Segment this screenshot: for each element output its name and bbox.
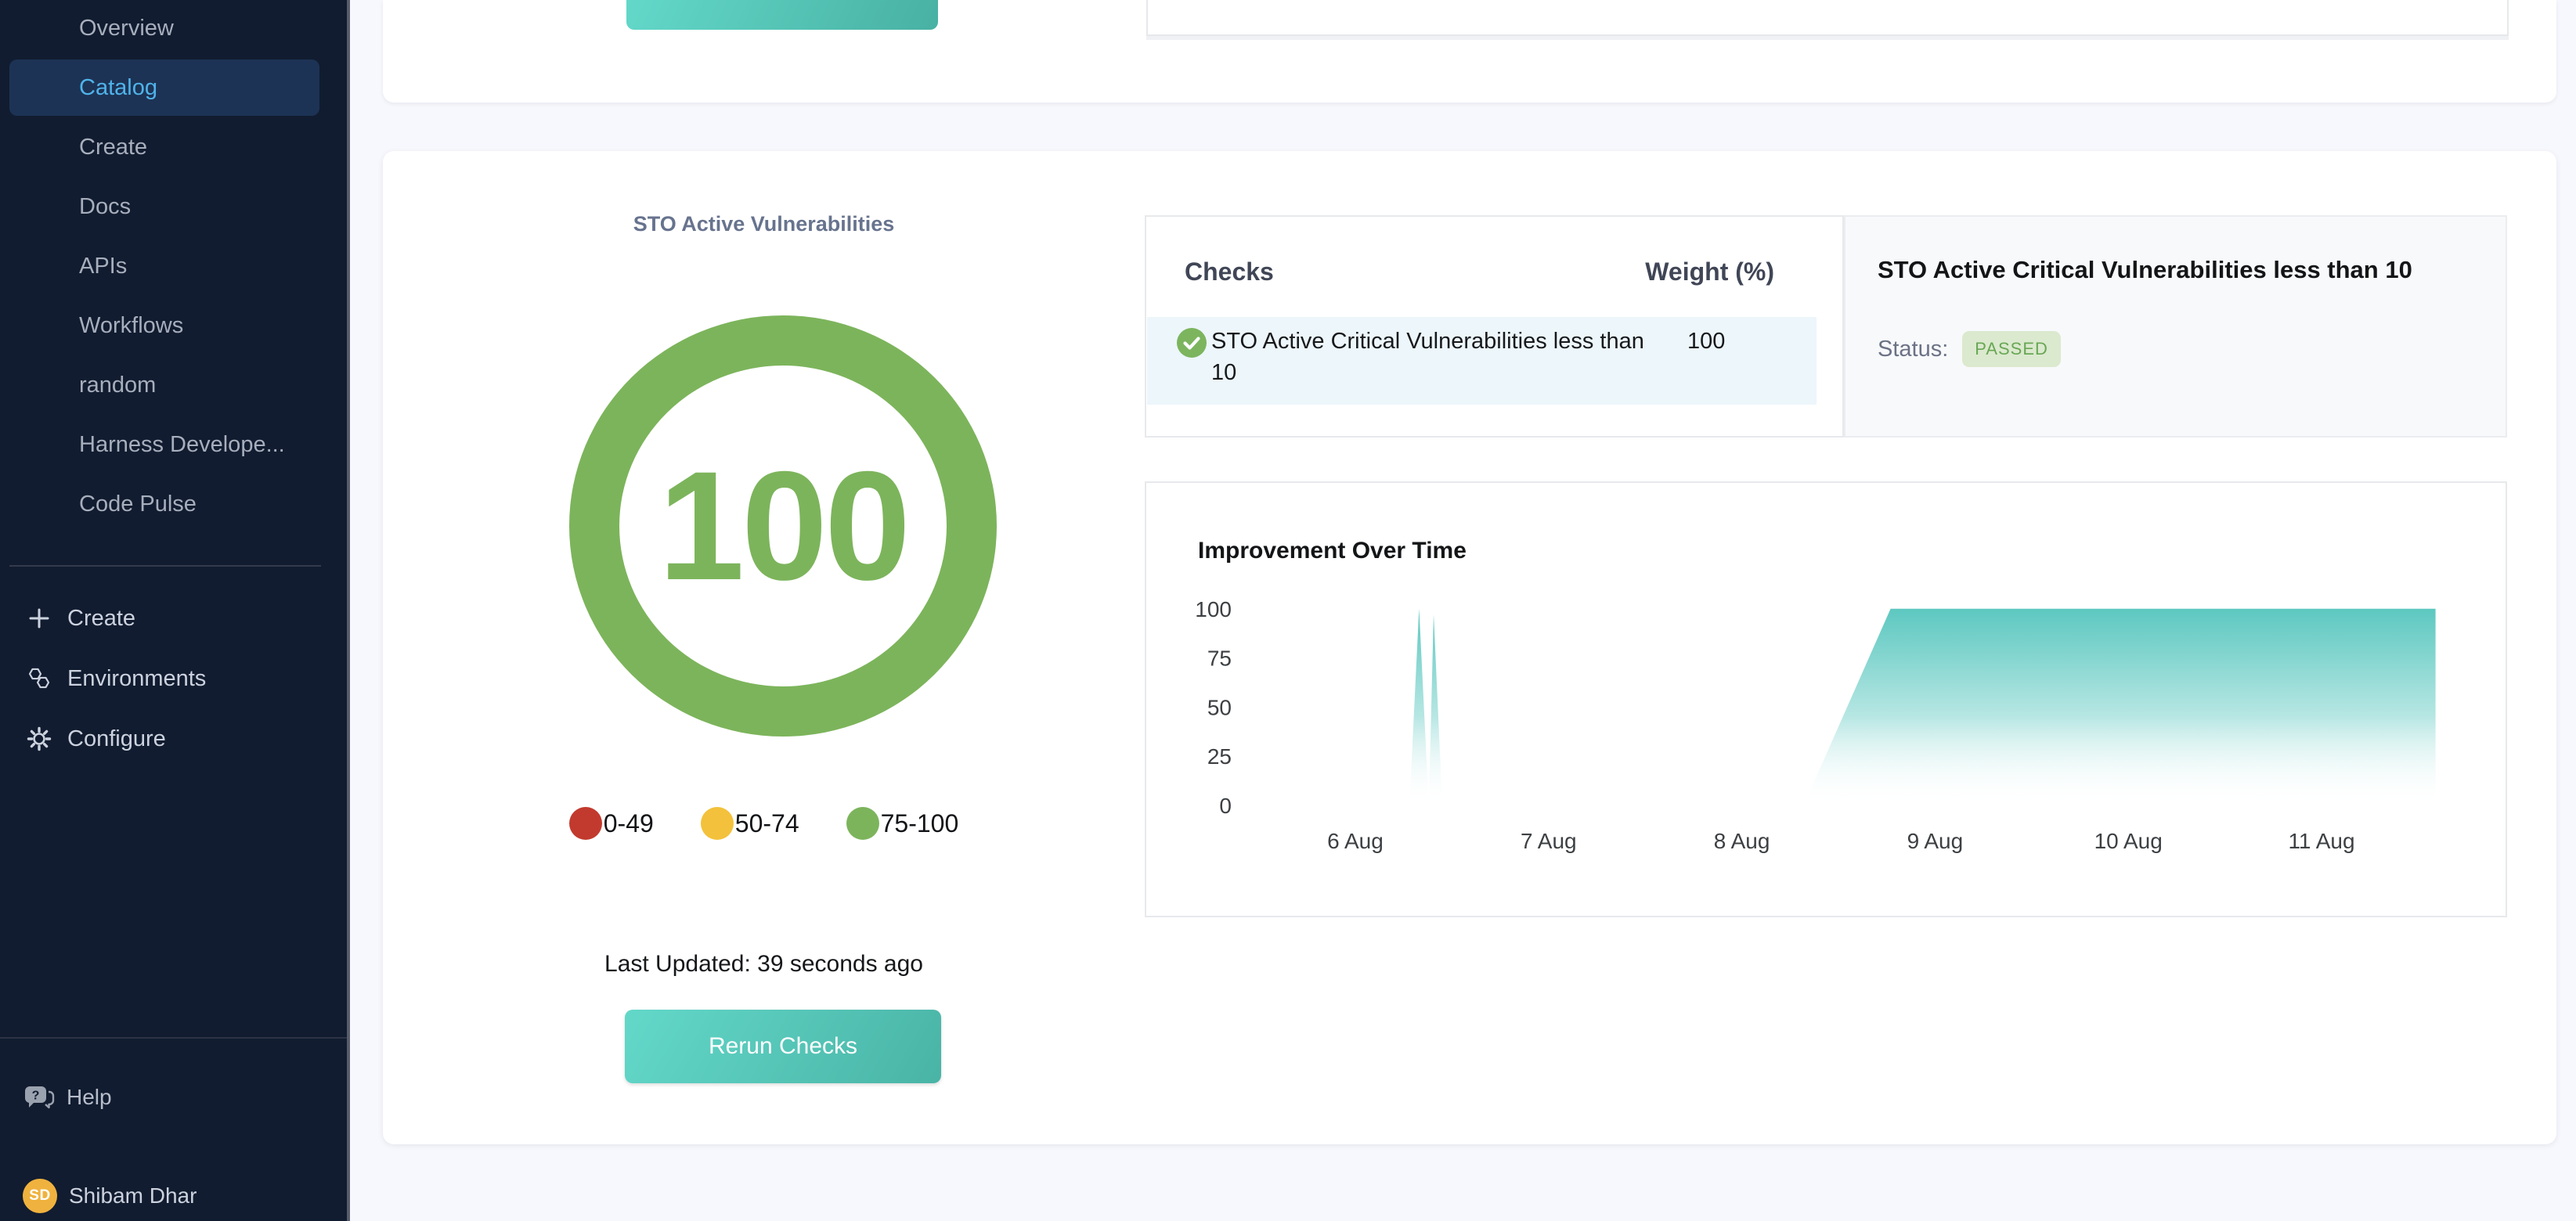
sidebar-footer-divider — [0, 1037, 350, 1039]
status-label: Status: — [1878, 337, 1948, 362]
gauge-column: STO Active Vulnerabilities 100 0-49 50-74… — [383, 151, 1145, 1144]
sidebar-divider — [9, 565, 321, 567]
sidebar-item-create[interactable]: Create — [9, 119, 319, 175]
help-chat-icon: ? — [23, 1084, 55, 1111]
sidebar-item-overview[interactable]: Overview — [9, 0, 319, 56]
improvement-area-chart: 0 25 50 75 100 6 Aug 7 Aug 8 Aug 9 Aug 10 Aug 11 A… — [1146, 483, 2506, 916]
app-root: OverviewCatalogCreateDocsAPIsWorkflowsra… — [0, 0, 2576, 1221]
action-label: Environments — [67, 666, 206, 692]
sidebar-user[interactable]: SD Shibam Dhar — [0, 1178, 347, 1214]
y-tick-label: 75 — [1207, 647, 1232, 671]
sidebar-item-help[interactable]: ? Help — [0, 1074, 347, 1121]
check-passed-icon — [1176, 327, 1207, 358]
x-tick-label: 8 Aug — [1714, 829, 1770, 853]
x-tick-label: 11 Aug — [2288, 829, 2354, 853]
sidebar-item-workflows[interactable]: Workflows — [9, 297, 319, 354]
check-table-row[interactable]: STO Active Critical Vulnerabilities less… — [1147, 317, 1817, 405]
legend-dot — [701, 807, 734, 840]
action-label: Create — [67, 606, 135, 632]
sidebar-nav-list: OverviewCatalogCreateDocsAPIsWorkflowsra… — [9, 0, 319, 532]
check-detail-title: STO Active Critical Vulnerabilities less… — [1878, 256, 2488, 284]
sidebar-action-configure[interactable]: Configure — [0, 715, 347, 762]
legend-item: 50-74 — [701, 807, 799, 840]
x-tick-label: 7 Aug — [1521, 829, 1577, 853]
checks-column-header: Checks — [1185, 258, 1274, 286]
status-badge: PASSED — [1962, 331, 2061, 367]
sidebar: OverviewCatalogCreateDocsAPIsWorkflowsra… — [0, 0, 347, 1221]
sidebar-item-apis[interactable]: APIs — [9, 238, 319, 294]
svg-text:?: ? — [32, 1090, 40, 1103]
y-tick-label: 100 — [1195, 597, 1232, 621]
avatar: SD — [23, 1179, 57, 1213]
check-name: STO Active Critical Vulnerabilities less… — [1211, 326, 1673, 388]
legend-label: 75-100 — [881, 809, 959, 838]
sidebar-action-create[interactable]: Create — [0, 595, 347, 642]
y-tick-label: 50 — [1207, 695, 1232, 719]
previous-panel-partial — [1146, 0, 2509, 36]
legend-dot — [846, 807, 879, 840]
sidebar-item-docs[interactable]: Docs — [9, 178, 319, 235]
sidebar-item-code-pulse[interactable]: Code Pulse — [9, 476, 319, 532]
previous-rerun-button-partial[interactable] — [626, 0, 938, 30]
x-tick-label: 6 Aug — [1327, 829, 1384, 853]
scorecard-title: STO Active Vulnerabilities — [383, 212, 1145, 236]
hexagons-icon — [26, 665, 52, 692]
status-row: Status: PASSED — [1878, 331, 2061, 367]
weight-column-header: Weight (%) — [1645, 258, 1774, 286]
x-tick-label: 9 Aug — [1907, 829, 1964, 853]
legend-item: 0-49 — [569, 807, 654, 840]
improvement-chart-panel: Improvement Over Time 02550751006 Aug7 A… — [1145, 481, 2507, 917]
sidebar-action-list: Create Environments Configure — [0, 595, 347, 762]
y-tick-label: 0 — [1219, 794, 1232, 818]
plus-icon — [26, 605, 52, 632]
check-detail-panel: STO Active Critical Vulnerabilities less… — [1844, 215, 2507, 438]
score-gauge: 100 — [569, 315, 997, 737]
score-value: 100 — [658, 448, 907, 603]
sidebar-item-catalog[interactable]: Catalog — [9, 59, 319, 116]
previous-scorecard-card — [383, 0, 2556, 103]
sidebar-right-edge — [347, 0, 350, 1221]
user-name: Shibam Dhar — [69, 1183, 197, 1208]
legend-item: 75-100 — [846, 807, 959, 840]
x-tick-label: 10 Aug — [2094, 829, 2163, 853]
scorecard-card: STO Active Vulnerabilities 100 0-49 50-74… — [383, 151, 2556, 1144]
y-tick-label: 25 — [1207, 744, 1232, 769]
last-updated-text: Last Updated: 39 seconds ago — [383, 951, 1145, 978]
sidebar-item-harness-develope-[interactable]: Harness Develope... — [9, 416, 319, 473]
help-label: Help — [67, 1085, 112, 1110]
legend-label: 0-49 — [604, 809, 654, 838]
sidebar-item-random[interactable]: random — [9, 357, 319, 413]
legend-dot — [569, 807, 602, 840]
checks-panel: Checks Weight (%) STO Active Critical Vu… — [1145, 215, 1844, 438]
area-series — [1409, 609, 2436, 805]
rerun-checks-button[interactable]: Rerun Checks — [625, 1010, 941, 1083]
check-weight: 100 — [1687, 326, 1725, 357]
sidebar-action-environments[interactable]: Environments — [0, 655, 347, 702]
legend-label: 50-74 — [735, 809, 799, 838]
gear-icon — [26, 726, 52, 752]
score-legend: 0-49 50-74 75-100 — [383, 807, 1145, 840]
action-label: Configure — [67, 726, 166, 752]
